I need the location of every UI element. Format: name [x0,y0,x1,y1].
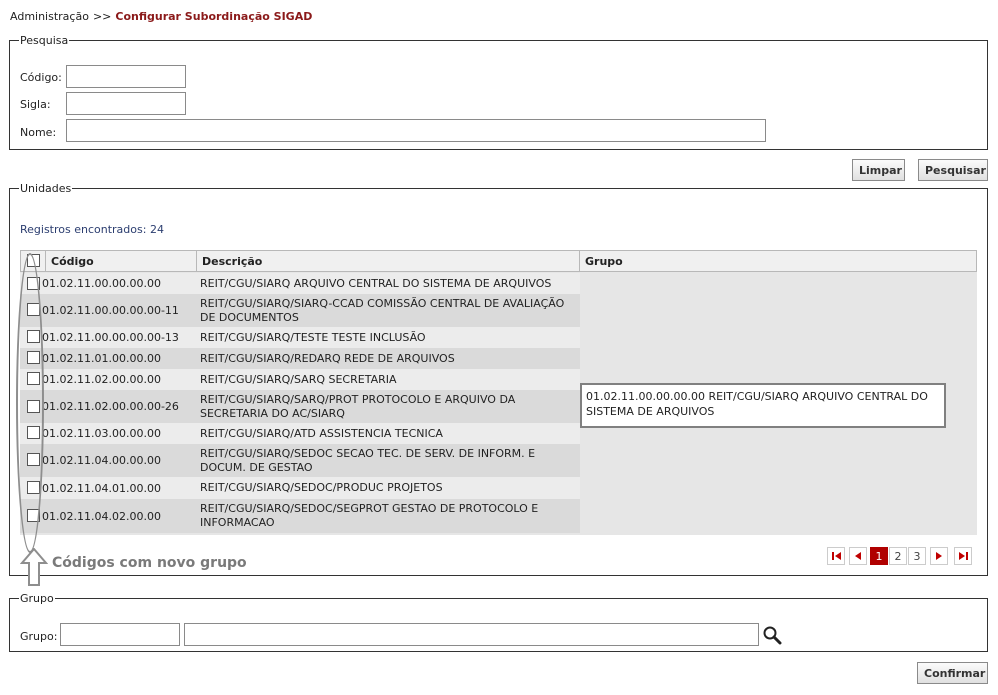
header-grupo[interactable]: Grupo [580,251,976,271]
group-code-input[interactable] [60,623,180,646]
breadcrumb: Administração >> Configurar Subordinação S… [10,10,312,23]
sigla-input[interactable] [66,92,186,115]
row-codigo: 01.02.11.02.00.00.00-26 [42,400,179,413]
limpar-button[interactable]: Limpar [852,159,905,181]
search-panel: Pesquisa Código: Sigla: Nome: [9,34,988,150]
table-row[interactable]: 01.02.11.03.00.00.00 REIT/CGU/SIARQ/ATD … [20,423,580,444]
table-row[interactable]: 01.02.11.02.00.00.00 REIT/CGU/SIARQ/SARQ… [20,369,580,390]
units-legend: Unidades [20,182,72,195]
grupo-value-box: 01.02.11.00.00.00.00 REIT/CGU/SIARQ ARQU… [580,383,946,428]
pesquisar-button[interactable]: Pesquisar [918,159,988,181]
row-descricao: REIT/CGU/SIARQ/SEDOC/PRODUC PROJETOS [200,481,443,494]
row-descricao: REIT/CGU/SIARQ/SEDOC SECAO TEC. DE SERV.… [200,446,536,474]
table-row[interactable]: 01.02.11.00.00.00.00-11 REIT/CGU/SIARQ/S… [20,294,580,327]
annotation-text: Códigos com novo grupo [52,555,247,571]
first-page-icon [831,552,841,560]
prev-page-icon [855,552,861,560]
header-descricao[interactable]: Descrição [197,251,580,271]
nome-label: Nome: [20,126,57,139]
table-row[interactable]: 01.02.11.02.00.00.00-26 REIT/CGU/SIARQ/S… [20,390,580,423]
table-row[interactable]: 01.02.11.04.02.00.00 REIT/CGU/SIARQ/SEDO… [20,499,580,533]
codigo-label: Código: [20,71,62,84]
page-3-button[interactable]: 3 [908,547,926,565]
breadcrumb-parent[interactable]: Administração [10,10,89,23]
units-table: Código Descrição Grupo 01.02.11.00.00.00… [20,250,977,535]
prev-page-button[interactable] [849,547,867,565]
codigo-input[interactable] [66,65,186,88]
units-panel: Unidades Registros encontrados: 24 Códig… [9,182,988,586]
group-name-input[interactable] [184,623,759,646]
table-header: Código Descrição Grupo [20,250,977,272]
table-row[interactable]: 01.02.11.04.00.00.00 REIT/CGU/SIARQ/SEDO… [20,444,580,477]
last-page-button[interactable] [954,547,972,565]
records-count: Registros encontrados: 24 [20,223,164,236]
row-codigo: 01.02.11.02.00.00.00 [42,373,161,386]
search-legend: Pesquisa [20,34,69,47]
header-codigo[interactable]: Código [46,251,197,271]
confirmar-button[interactable]: Confirmar [917,662,988,684]
row-descricao: REIT/CGU/SIARQ/SARQ SECRETARIA [200,372,397,386]
row-codigo: 01.02.11.00.00.00.00 [42,277,161,290]
group-legend: Grupo [20,592,54,605]
magnifier-icon[interactable] [762,625,782,645]
row-descricao: REIT/CGU/SIARQ/SARQ/PROT PROTOCOLO E ARQ… [200,392,516,420]
sigla-label: Sigla: [20,98,51,111]
table-row[interactable]: 01.02.11.01.00.00.00 REIT/CGU/SIARQ/REDA… [20,348,580,369]
table-row[interactable]: 01.02.11.00.00.00.00 REIT/CGU/SIARQ ARQU… [20,273,580,294]
row-codigo: 01.02.11.01.00.00.00 [42,352,161,365]
row-codigo: 01.02.11.03.00.00.00 [42,427,161,440]
row-descricao: REIT/CGU/SIARQ/SEDOC/SEGPROT GESTAO DE P… [200,502,539,529]
row-descricao: REIT/CGU/SIARQ/SIARQ-CCAD COMISSÃO CENTR… [200,296,565,324]
page-2-button[interactable]: 2 [889,547,907,565]
annotation-ellipse [16,253,44,553]
first-page-button[interactable] [827,547,845,565]
table-row[interactable]: 01.02.11.04.01.00.00 REIT/CGU/SIARQ/SEDO… [20,477,580,499]
group-label: Grupo: [20,630,58,643]
row-descricao: REIT/CGU/SIARQ/ATD ASSISTENCIA TECNICA [200,426,443,440]
row-descricao: REIT/CGU/SIARQ/TESTE TESTE INCLUSÃO [200,330,426,344]
table-row[interactable]: 01.02.11.00.00.00.00-13 REIT/CGU/SIARQ/T… [20,327,580,348]
row-codigo: 01.02.11.00.00.00.00-13 [42,331,179,344]
nome-input[interactable] [66,119,766,142]
next-page-icon [936,552,942,560]
row-descricao: REIT/CGU/SIARQ/REDARQ REDE DE ARQUIVOS [200,351,455,365]
last-page-icon [958,552,968,560]
next-page-button[interactable] [930,547,948,565]
row-codigo: 01.02.11.04.01.00.00 [42,481,161,495]
breadcrumb-separator: >> [92,10,112,23]
up-arrow-icon [20,548,48,586]
row-codigo: 01.02.11.04.00.00.00 [42,454,161,467]
page-1-button[interactable]: 1 [870,547,888,565]
row-codigo: 01.02.11.00.00.00.00-11 [42,304,179,317]
row-descricao: REIT/CGU/SIARQ ARQUIVO CENTRAL DO SISTEM… [200,276,552,290]
row-codigo: 01.02.11.04.02.00.00 [42,509,161,523]
page-title: Configurar Subordinação SIGAD [115,10,313,23]
group-panel: Grupo Grupo: [9,592,988,652]
